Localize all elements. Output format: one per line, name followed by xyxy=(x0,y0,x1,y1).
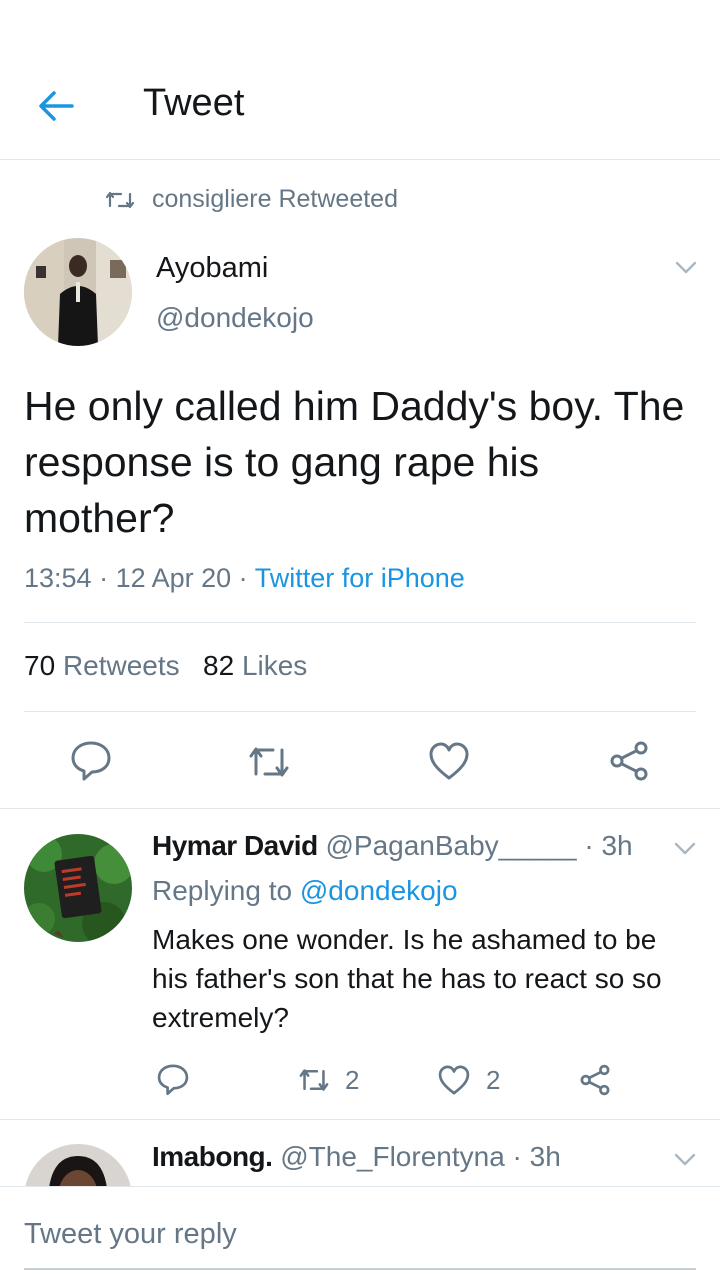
divider xyxy=(24,711,696,712)
reply-header: Imabong. @The_Florentyna · 3h xyxy=(152,1141,561,1172)
author-handle[interactable]: @dondekojo xyxy=(156,302,314,334)
replying-prefix: Replying to xyxy=(152,875,293,906)
like-count: 82 xyxy=(203,650,235,681)
reply-text: Makes one wonder. Is he ashamed to be hi… xyxy=(152,924,662,1033)
reply-author-handle[interactable]: @The_Florentyna xyxy=(280,1141,505,1172)
reply-time: 3h xyxy=(601,830,633,861)
reply-input-underline xyxy=(24,1268,696,1270)
engagement-stats: 70 Retweets 82 Likes xyxy=(24,650,307,682)
retweets-stat[interactable]: 70 Retweets xyxy=(24,650,180,681)
like-icon[interactable] xyxy=(437,1063,471,1097)
back-arrow-icon[interactable] xyxy=(36,86,76,126)
reply-time: 3h xyxy=(529,1141,561,1172)
reply-author-handle[interactable]: @PaganBaby_____ xyxy=(325,830,576,861)
reply-icon[interactable] xyxy=(69,738,113,782)
retweeted-by-label[interactable]: consigliere Retweeted xyxy=(152,185,398,214)
retweet-count: 70 xyxy=(24,650,56,681)
like-icon[interactable] xyxy=(427,739,471,783)
tweet-text: He only called him Daddy's boy. The resp… xyxy=(24,383,685,541)
reply-header: Hymar David @PaganBaby_____ · 3h xyxy=(152,830,633,861)
retweet-label: Retweets xyxy=(62,650,180,681)
like-label: Likes xyxy=(241,650,308,681)
replying-to-mention[interactable]: @dondekojo xyxy=(300,875,458,906)
author-name[interactable]: Ayobami xyxy=(156,252,268,285)
chevron-down-icon[interactable] xyxy=(675,261,697,275)
likes-stat[interactable]: 82 Likes xyxy=(203,650,307,681)
retweet-icon[interactable] xyxy=(247,740,291,784)
reply-retweet-count: 2 xyxy=(345,1065,360,1095)
reply-input[interactable]: Tweet your reply xyxy=(24,1218,237,1251)
author-avatar[interactable] xyxy=(24,238,132,346)
tweet-date: 12 Apr 20 xyxy=(115,563,232,593)
reply-author-name[interactable]: Hymar David xyxy=(152,830,318,861)
retweet-icon xyxy=(106,191,134,209)
reply-author-name[interactable]: Imabong. xyxy=(152,1141,273,1172)
chevron-down-icon[interactable] xyxy=(674,1153,696,1167)
replying-to: Replying to @dondekojo xyxy=(152,875,458,907)
tweet-source-link[interactable]: Twitter for iPhone xyxy=(255,563,465,593)
share-icon[interactable] xyxy=(607,739,651,783)
tweet-metadata: 13:54 · 12 Apr 20 · Twitter for iPhone xyxy=(24,563,465,593)
reply-icon[interactable] xyxy=(156,1062,190,1096)
divider xyxy=(0,808,720,809)
retweet-icon[interactable] xyxy=(296,1064,332,1096)
top-bar xyxy=(0,0,720,160)
reply-avatar[interactable] xyxy=(24,834,132,942)
divider xyxy=(0,1119,720,1120)
reply-like-count: 2 xyxy=(486,1065,501,1095)
divider xyxy=(24,622,696,623)
tweet-time: 13:54 xyxy=(24,563,92,593)
share-icon[interactable] xyxy=(578,1063,612,1097)
page-title: Tweet xyxy=(143,82,245,124)
chevron-down-icon[interactable] xyxy=(674,842,696,856)
